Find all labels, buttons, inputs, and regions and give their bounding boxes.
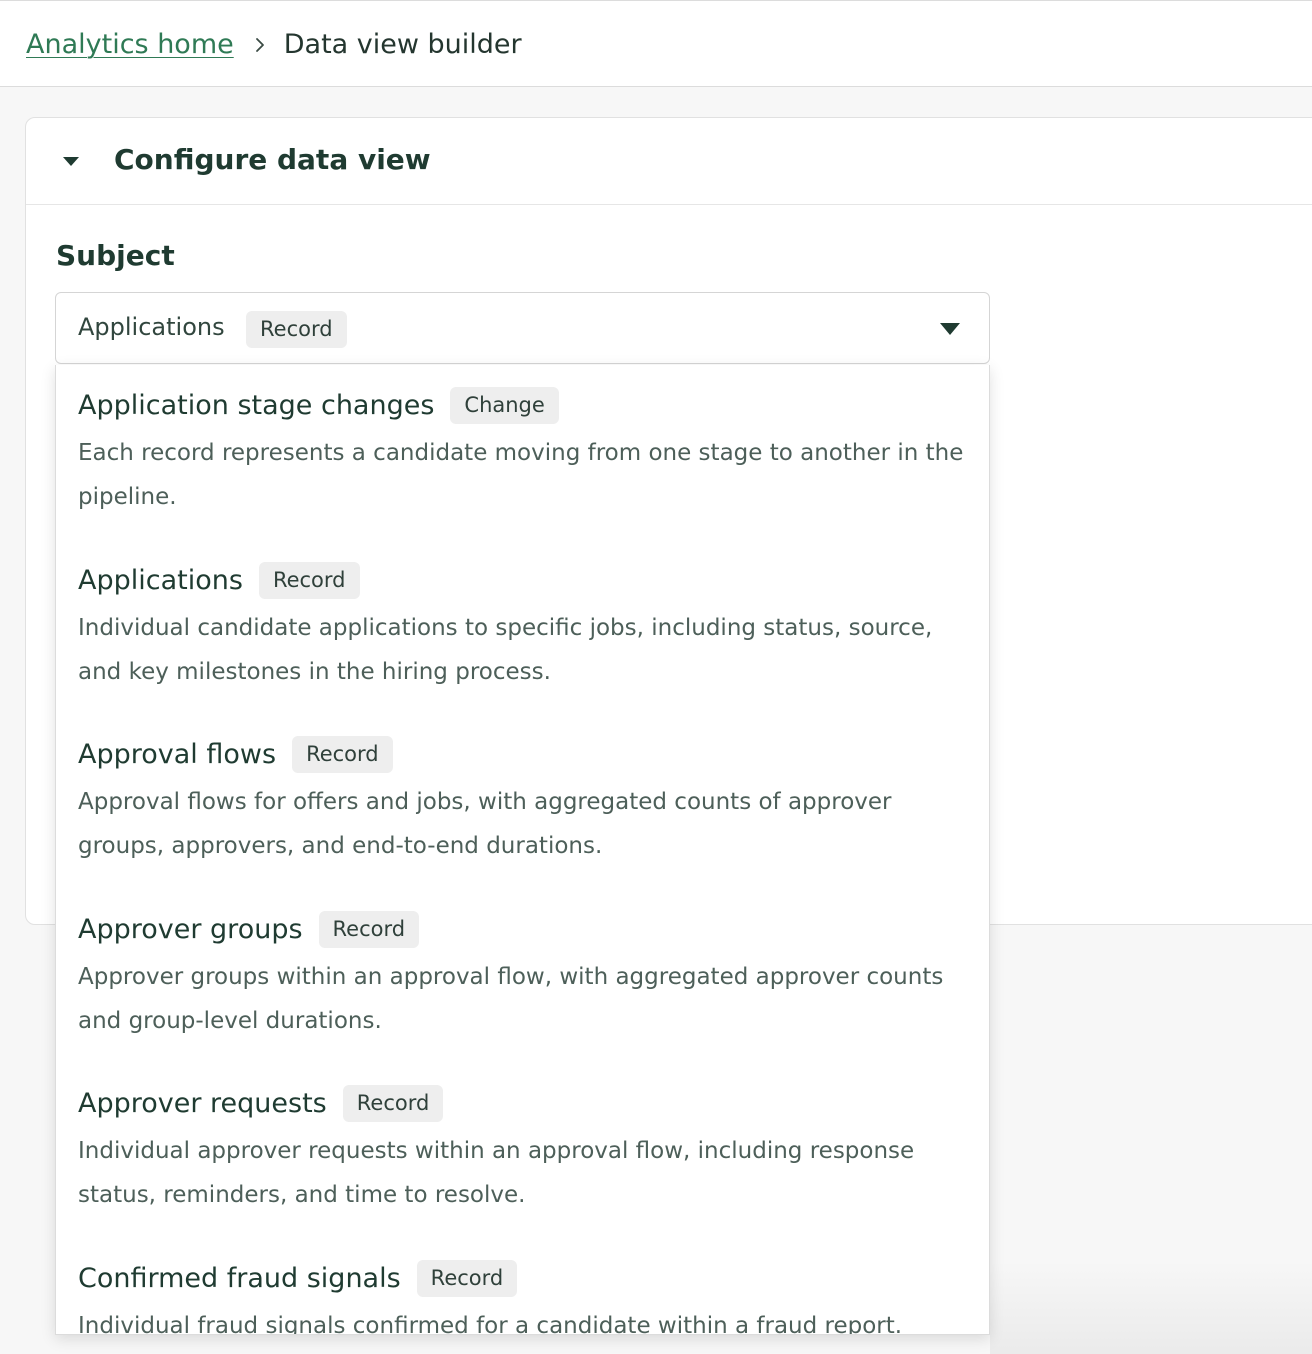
option-description: Individual candidate applications to spe… bbox=[78, 615, 933, 685]
option-approval-flows[interactable]: Approval flows Record Approval flows for… bbox=[78, 734, 968, 868]
option-title: Approver requests bbox=[78, 1087, 327, 1119]
top-bar: Analytics home Data view builder bbox=[0, 0, 1312, 87]
corner-shadow bbox=[990, 1260, 1312, 1354]
option-description: Each record represents a candidate movin… bbox=[78, 440, 964, 510]
option-description: Individual fraud signals confirmed for a… bbox=[78, 1313, 903, 1335]
option-confirmed-fraud-signals[interactable]: Confirmed fraud signals Record Individua… bbox=[78, 1258, 968, 1335]
breadcrumb-analytics-home-link[interactable]: Analytics home bbox=[26, 29, 234, 60]
option-title: Approval flows bbox=[78, 738, 277, 770]
option-title: Confirmed fraud signals bbox=[78, 1262, 401, 1294]
subject-label: Subject bbox=[56, 239, 175, 272]
option-badge: Record bbox=[416, 1259, 518, 1297]
option-description: Approver groups within an approval flow,… bbox=[78, 964, 944, 1034]
subject-options-list[interactable]: Application stage changes Change Each re… bbox=[55, 365, 990, 1335]
chevron-right-icon bbox=[250, 35, 270, 55]
option-badge: Record bbox=[258, 561, 360, 599]
option-description: Individual approver requests within an a… bbox=[78, 1138, 915, 1208]
option-title: Applications bbox=[78, 564, 243, 596]
panel-title: Configure data view bbox=[114, 143, 431, 176]
panel-header[interactable]: Configure data view bbox=[26, 118, 1312, 205]
option-applications[interactable]: Applications Record Individual candidate… bbox=[78, 560, 968, 694]
breadcrumb-current-page: Data view builder bbox=[283, 29, 522, 60]
option-description: Approval flows for offers and jobs, with… bbox=[78, 789, 892, 859]
option-badge: Record bbox=[292, 735, 393, 773]
option-title: Application stage changes bbox=[78, 389, 435, 421]
option-title: Approver groups bbox=[78, 913, 303, 945]
option-application-stage-changes[interactable]: Application stage changes Change Each re… bbox=[78, 385, 968, 519]
subject-selected-value: Applications bbox=[78, 313, 225, 341]
breadcrumb: Analytics home Data view builder bbox=[26, 29, 522, 60]
caret-down-icon[interactable] bbox=[938, 321, 962, 337]
caret-down-icon[interactable] bbox=[60, 152, 82, 170]
subject-select[interactable]: Applications Record bbox=[55, 292, 990, 364]
option-approver-groups[interactable]: Approver groups Record Approver groups w… bbox=[78, 909, 968, 1043]
option-approver-requests[interactable]: Approver requests Record Individual appr… bbox=[78, 1083, 968, 1217]
subject-selected-badge: Record bbox=[246, 311, 347, 348]
option-badge: Change bbox=[450, 386, 559, 424]
option-badge: Record bbox=[342, 1084, 444, 1122]
option-badge: Record bbox=[318, 910, 420, 948]
